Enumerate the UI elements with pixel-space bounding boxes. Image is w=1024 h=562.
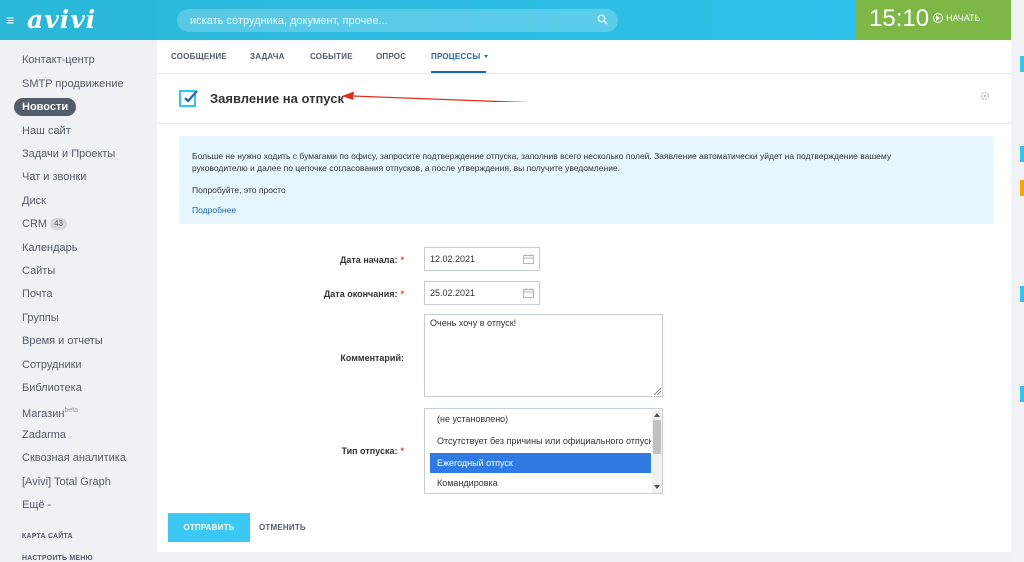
required-mark: * [400,446,404,456]
scroll-down-arrow-icon[interactable] [654,485,660,489]
sidebar-item-crm[interactable]: CRM 43 [22,215,67,233]
sidebar-item-our-site[interactable]: Наш сайт [22,122,71,140]
info-text-line3: Попробуйте, это просто [192,185,286,195]
right-panel-marker[interactable] [1020,180,1024,196]
leave-type-option[interactable]: Отсутствует без причины или официального… [430,431,651,451]
top-header: ≡ avivi 15:10 НАЧАТЬ [0,0,1024,40]
tab-processes[interactable]: ПРОЦЕССЫ [431,52,488,61]
sidebar-item-contact-center[interactable]: Контакт-центр [22,51,95,69]
required-mark: * [400,289,404,299]
sidebar-item-calendar[interactable]: Календарь [22,239,78,257]
calendar-icon[interactable] [523,254,534,264]
leave-type-option[interactable]: Командировка [430,473,651,493]
main-content: СООБЩЕНИЕ ЗАДАЧА СОБЫТИЕ ОПРОС ПРОЦЕССЫ … [157,40,1011,552]
search-input[interactable] [190,9,590,32]
beta-superscript: beta [64,407,79,414]
crm-count-badge: 43 [50,218,67,230]
end-date-label: Дата окончания: * [204,289,404,299]
start-label: НАЧАТЬ [946,13,981,23]
scroll-up-arrow-icon[interactable] [654,413,660,417]
logo[interactable]: avivi [27,5,96,34]
sidebar-item-label: Магазин [22,408,65,420]
start-date-field[interactable] [424,247,540,271]
leave-type-option[interactable]: (не установлено) [430,409,651,429]
hamburger-menu-icon[interactable]: ≡ [6,11,18,29]
info-text-line1: Больше не нужно ходить с бумагами по офи… [192,151,892,161]
right-panel-marker[interactable] [1020,386,1024,402]
sidebar-item-analytics[interactable]: Сквозная аналитика [22,449,126,467]
form-title-row: Заявление на отпуск [157,74,1011,124]
more-link[interactable]: Подробнее [192,205,236,215]
sidebar-item-label: CRM [22,218,48,230]
calendar-icon[interactable] [523,288,534,298]
sidebar-item-time-reports[interactable]: Время и отчеты [22,332,103,350]
search-icon[interactable] [597,14,608,25]
resize-grip-icon[interactable] [654,388,661,395]
sidebar-item-smtp[interactable]: SMTP продвижение [22,75,124,93]
right-panel-marker[interactable] [1020,146,1024,162]
left-sidebar: Контакт-центр SMTP продвижение Новости Н… [0,40,157,562]
sidebar-item-library[interactable]: Библиотека [22,379,82,397]
required-mark: * [400,255,404,265]
tab-event[interactable]: СОБЫТИЕ [310,52,353,61]
search-bar[interactable] [177,9,618,32]
right-panel-marker[interactable] [1020,286,1024,302]
right-panel-marker[interactable] [1020,56,1024,72]
start-date-label-text: Дата начала: [339,255,398,265]
leave-type-label: Тип отпуска: * [204,446,404,456]
cancel-button[interactable]: ОТМЕНИТЬ [259,523,306,532]
form-title: Заявление на отпуск [210,91,344,106]
annotation-arrow [342,91,530,102]
sidebar-item-sites[interactable]: Сайты [22,262,55,280]
end-date-label-text: Дата окончания: [323,289,398,299]
listbox-scrollbar[interactable] [652,409,662,493]
clock-time: 15:10 [869,5,930,32]
submit-button[interactable]: ОТПРАВИТЬ [168,513,250,542]
info-text-line2: руководителю и далее по цепочке согласов… [192,163,621,173]
edit-document-icon [179,90,198,107]
settings-menu-link[interactable]: НАСТРОИТЬ МЕНЮ [22,555,93,562]
info-banner: Больше не нужно ходить с бумагами по офи… [179,136,993,224]
right-panel-strip [1011,0,1024,562]
gear-icon[interactable] [979,90,991,102]
sidebar-item-news[interactable]: Новости [14,98,77,116]
end-date-field[interactable] [424,281,540,305]
comment-label: Комментарий: [340,353,404,363]
leave-type-option-selected[interactable]: Ежегодный отпуск [430,453,651,473]
sidebar-item-tasks[interactable]: Задачи и Проекты [22,145,115,163]
sidebar-item-employees[interactable]: Сотрудники [22,356,82,374]
scroll-thumb[interactable] [653,420,661,454]
tab-poll[interactable]: ОПРОС [376,52,406,61]
time-widget: 15:10 НАЧАТЬ [856,0,1011,40]
leave-type-label-text: Тип отпуска: [341,446,398,456]
start-date-label: Дата начала: * [204,255,404,265]
tab-message[interactable]: СООБЩЕНИЕ [171,52,227,61]
sidebar-item-zadarma[interactable]: Zadarma [22,426,66,444]
play-icon [933,13,943,23]
active-tab-underline [431,71,486,73]
leave-type-listbox[interactable]: (не установлено) Отсутствует без причины… [424,408,663,494]
tab-task[interactable]: ЗАДАЧА [250,52,285,61]
sidebar-item-groups[interactable]: Группы [22,309,59,327]
sidebar-item-disk[interactable]: Диск [22,192,46,210]
start-workday-button[interactable]: НАЧАТЬ [933,13,981,23]
post-type-tabs: СООБЩЕНИЕ ЗАДАЧА СОБЫТИЕ ОПРОС ПРОЦЕССЫ [157,40,1011,74]
sidebar-item-more[interactable]: Ещё - [22,496,51,514]
sidebar-item-shop[interactable]: Магазинbeta [22,402,78,420]
sidebar-item-chat[interactable]: Чат и звонки [22,168,86,186]
end-date-input[interactable] [430,282,520,304]
start-date-input[interactable] [430,248,520,270]
sidebar-item-mail[interactable]: Почта [22,285,53,303]
comment-textarea[interactable]: Очень хочу в отпуск! [424,314,663,397]
sidebar-item-total-graph[interactable]: [Avivi] Total Graph [22,473,111,491]
site-map-link[interactable]: КАРТА САЙТА [22,533,73,540]
